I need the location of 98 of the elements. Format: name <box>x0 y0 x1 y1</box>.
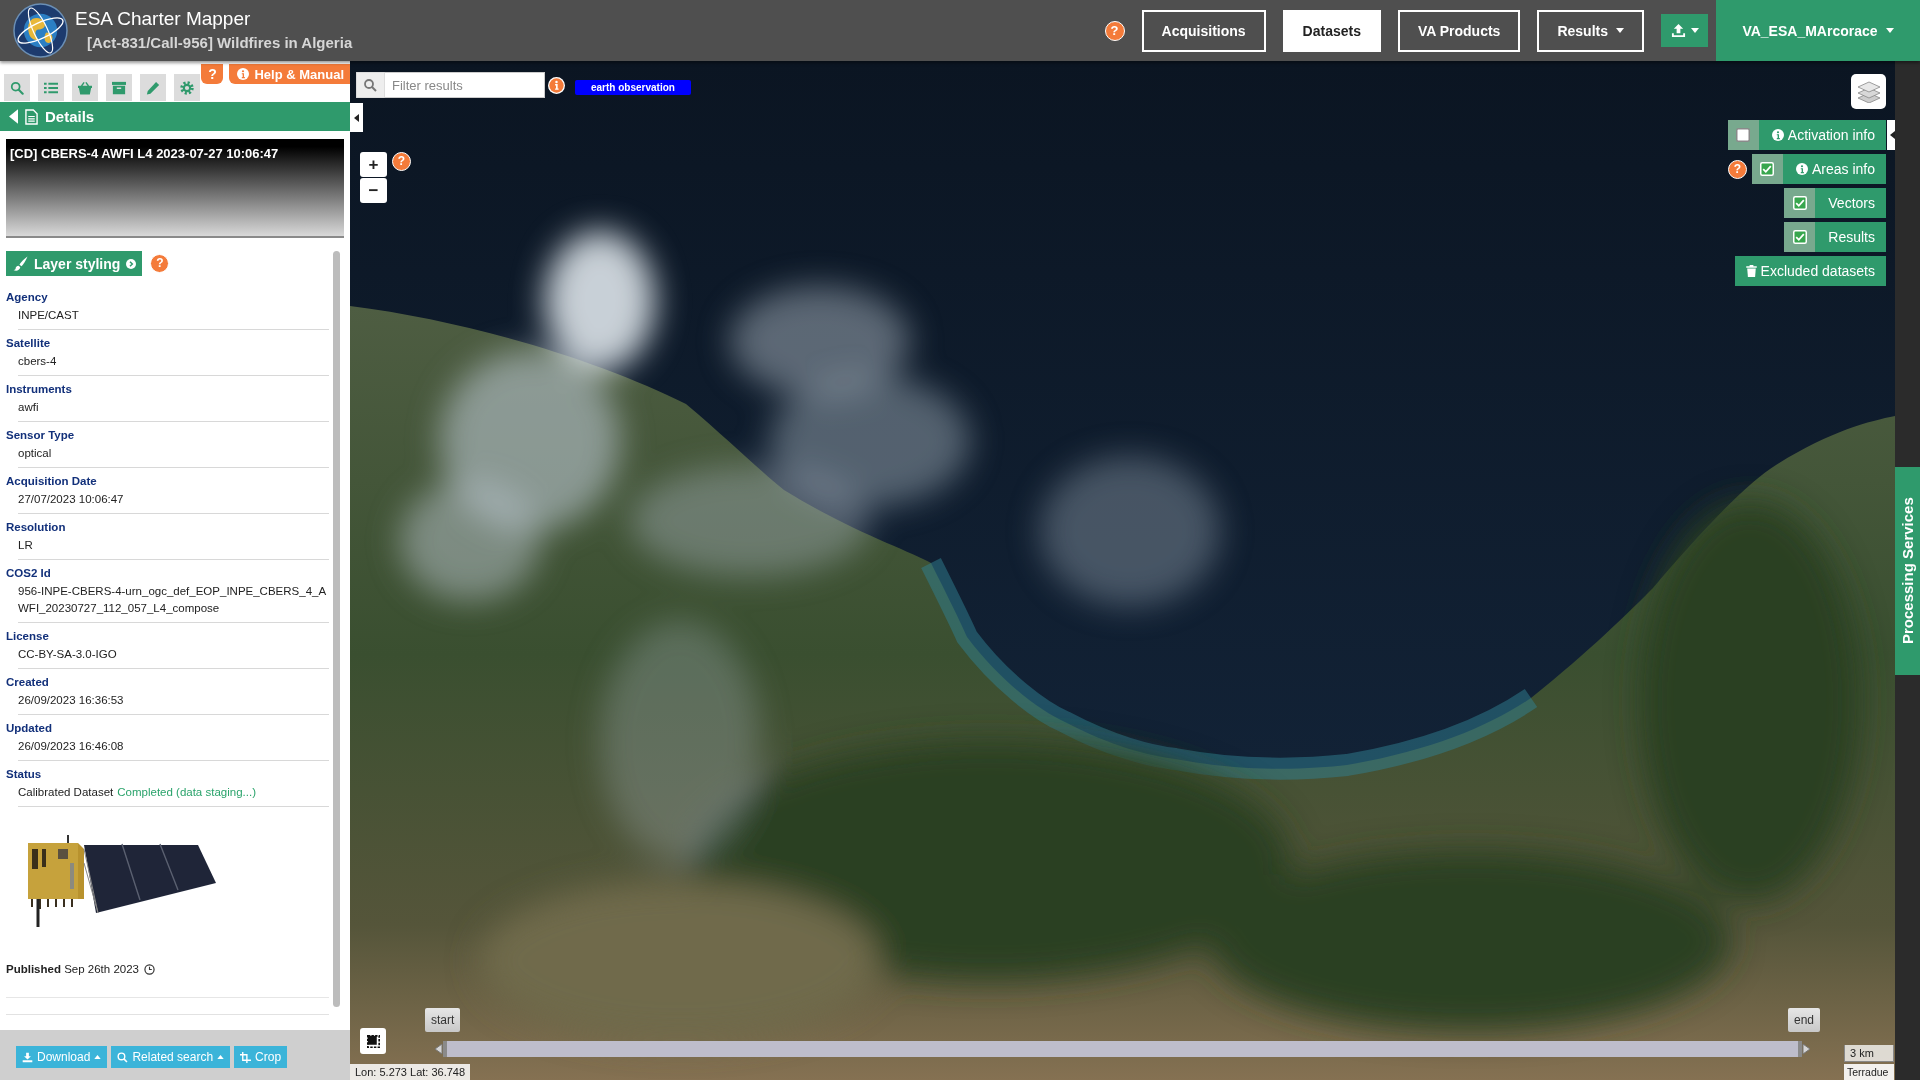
list-button[interactable] <box>38 74 64 101</box>
activation-title: [Act-831/Call-956] Wildfires in Algeria <box>86 33 353 53</box>
field-value: 27/07/2023 10:06:47 <box>18 492 124 507</box>
nav-tab[interactable]: Acquisitions <box>1141 9 1266 52</box>
field-label: Updated <box>6 721 53 736</box>
help-button[interactable]: ? <box>150 254 170 273</box>
field-label: Sensor Type <box>6 428 76 443</box>
field-value: awfi <box>18 400 39 415</box>
layer-styling-button[interactable]: Layer styling <box>6 251 143 276</box>
basket-icon <box>78 80 92 95</box>
help-button[interactable]: ? <box>201 64 224 84</box>
field-label: Acquisition Date <box>6 474 98 489</box>
upload-button[interactable] <box>1661 14 1708 47</box>
timeline-end-label: end <box>1787 1008 1820 1032</box>
nav-tab[interactable]: Results <box>1537 9 1644 52</box>
panel-toggle-button[interactable]: Vectors <box>1815 188 1886 218</box>
coordinates-readout: Lon: 5.273 Lat: 36.748 <box>350 1064 471 1080</box>
field-value: Calibrated Dataset <box>18 785 114 800</box>
zoom-out-button[interactable]: − <box>360 178 387 203</box>
scrollbar-thumb[interactable] <box>333 251 340 1007</box>
timeline-track[interactable] <box>447 1041 1798 1057</box>
collapse-panel-button[interactable] <box>1887 120 1895 150</box>
panel-toggle-button[interactable]: Results <box>1815 222 1886 252</box>
app-title: ESA Charter Mapper <box>75 8 252 30</box>
status-text: Completed (data staging...) <box>117 785 256 800</box>
scale-bar: 3 km <box>1844 1045 1894 1062</box>
download-button[interactable]: Download <box>16 1046 108 1068</box>
collapse-sidebar-button[interactable] <box>350 103 363 132</box>
search-icon <box>117 1051 129 1063</box>
filter-field[interactable]: Filter results <box>385 72 545 98</box>
nav-tab[interactable]: VA Products <box>1397 9 1521 52</box>
caret-icon <box>1690 28 1699 33</box>
field-label: Instruments <box>6 382 73 397</box>
back-arrow-icon[interactable] <box>9 109 18 124</box>
search-icon[interactable] <box>356 72 385 98</box>
info-icon <box>1771 129 1784 141</box>
field-value: 956-INPE-CBERS-4-urn_ogc_def_EOP_INPE_CBERS_4_AWFI_20230727_112_057_L4_compose <box>18 584 328 616</box>
field-label: Created <box>6 675 50 690</box>
chevron-circle-icon <box>126 258 137 269</box>
caret-icon <box>1885 28 1894 33</box>
field-value: 26/09/2023 16:36:53 <box>18 693 124 708</box>
clock-icon <box>143 963 155 975</box>
help-manual-button[interactable]: Help & Manual <box>229 64 350 84</box>
basket-button[interactable] <box>72 74 98 101</box>
draw-area-button[interactable] <box>360 1028 386 1054</box>
info-icon <box>1795 163 1808 175</box>
layers-icon <box>1856 80 1881 103</box>
brush-icon <box>13 256 28 271</box>
settings-button[interactable] <box>174 74 200 101</box>
attribution-text: Terradue <box>1844 1064 1894 1080</box>
upload-icon <box>1670 23 1686 38</box>
related-search-button[interactable]: Related search <box>111 1046 231 1068</box>
help-button[interactable]: ? <box>1104 20 1125 41</box>
list-icon <box>44 80 58 95</box>
checkbox[interactable] <box>1736 128 1751 142</box>
info-icon <box>237 68 250 80</box>
field-value: optical <box>18 446 52 461</box>
panel-toggle-button[interactable]: Areas info <box>1782 154 1886 184</box>
range-handle-icon[interactable] <box>434 1041 447 1057</box>
layers-button[interactable] <box>1851 74 1886 109</box>
published-date: Published Sep 26th 2023 <box>6 962 139 977</box>
search-button[interactable] <box>4 74 30 101</box>
globe-logo-icon <box>13 3 68 58</box>
field-label: Resolution <box>6 520 67 535</box>
dataset-title: [CD] CBERS-4 AWFI L4 2023-07-27 10:06:47 <box>10 146 279 161</box>
square-icon <box>366 1034 380 1048</box>
search-icon <box>10 80 24 95</box>
trash-icon <box>1745 265 1757 277</box>
field-label: Satellite <box>6 336 52 351</box>
crop-icon <box>240 1051 252 1063</box>
archive-button[interactable] <box>106 74 132 101</box>
nav-tab[interactable]: Datasets <box>1282 9 1381 52</box>
zoom-in-button[interactable]: + <box>360 152 387 177</box>
timeline-start-label: start <box>425 1008 461 1032</box>
archive-icon <box>112 80 126 95</box>
document-icon <box>25 108 38 125</box>
panel-title: Details <box>45 108 95 125</box>
user-menu[interactable]: VA_ESA_MArcorace <box>1716 0 1920 61</box>
panel-toggle-button[interactable]: Activation info <box>1758 120 1886 150</box>
info-icon[interactable] <box>548 76 565 94</box>
crop-button[interactable]: Crop <box>234 1046 288 1068</box>
field-value: INPE/CAST <box>18 308 79 323</box>
processing-services-tab[interactable]: Processing Services <box>1895 467 1920 675</box>
field-value: cbers-4 <box>18 354 57 369</box>
excluded-datasets-button[interactable]: Excluded datasets <box>1734 256 1886 286</box>
edit-button[interactable] <box>140 74 166 101</box>
field-label: Status <box>6 767 43 782</box>
field-value: CC-BY-SA-3.0-IGO <box>18 647 117 662</box>
field-label: License <box>6 629 50 644</box>
download-icon <box>22 1051 33 1063</box>
field-value: LR <box>18 538 33 553</box>
range-handle-icon[interactable] <box>1798 1041 1811 1057</box>
field-value: 26/09/2023 16:46:08 <box>18 739 124 754</box>
gear-icon <box>180 80 194 95</box>
caret-icon <box>354 113 359 122</box>
field-label: COS2 Id <box>6 566 52 581</box>
field-label: Agency <box>6 290 49 305</box>
pencil-icon <box>146 80 160 95</box>
